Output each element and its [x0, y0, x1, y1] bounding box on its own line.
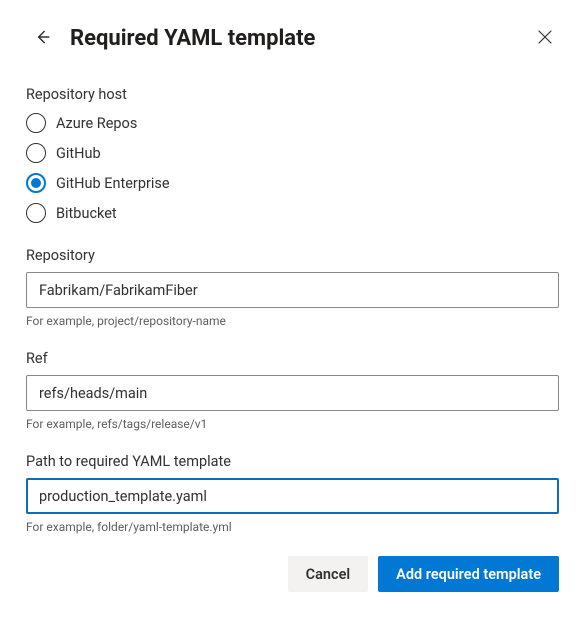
arrow-left-icon	[33, 28, 51, 49]
ref-label: Ref	[26, 350, 559, 367]
path-input[interactable]	[26, 478, 559, 514]
radio-label: Azure Repos	[56, 115, 137, 132]
path-helper: For example, folder/yaml-template.yml	[26, 520, 559, 534]
repository-label: Repository	[26, 247, 559, 264]
repository-input[interactable]	[26, 272, 559, 308]
dialog-footer: Cancel Add required template	[26, 556, 559, 592]
radio-option-bitbucket[interactable]: Bitbucket	[26, 203, 559, 223]
repository-host-radio-group: Azure Repos GitHub GitHub Enterprise Bit…	[26, 113, 559, 223]
path-label: Path to required YAML template	[26, 453, 559, 470]
ref-helper: For example, refs/tags/release/v1	[26, 417, 559, 431]
ref-input[interactable]	[26, 375, 559, 411]
radio-label: Bitbucket	[56, 205, 117, 222]
repository-helper: For example, project/repository-name	[26, 314, 559, 328]
path-field: Path to required YAML template For examp…	[26, 453, 559, 534]
radio-icon	[26, 203, 46, 223]
radio-icon	[26, 113, 46, 133]
back-button[interactable]	[28, 24, 56, 52]
radio-option-azure-repos[interactable]: Azure Repos	[26, 113, 559, 133]
radio-option-github-enterprise[interactable]: GitHub Enterprise	[26, 173, 559, 193]
radio-option-github[interactable]: GitHub	[26, 143, 559, 163]
repository-host-label: Repository host	[26, 86, 559, 103]
close-icon	[538, 30, 552, 47]
repository-field: Repository For example, project/reposito…	[26, 247, 559, 328]
radio-icon	[26, 173, 46, 193]
add-required-template-button[interactable]: Add required template	[378, 556, 559, 592]
dialog-title: Required YAML template	[70, 26, 517, 51]
ref-field: Ref For example, refs/tags/release/v1	[26, 350, 559, 431]
radio-label: GitHub	[56, 145, 101, 162]
dialog-header: Required YAML template	[26, 24, 559, 52]
close-button[interactable]	[531, 24, 559, 52]
radio-icon	[26, 143, 46, 163]
radio-label: GitHub Enterprise	[56, 175, 170, 192]
cancel-button[interactable]: Cancel	[288, 556, 369, 592]
